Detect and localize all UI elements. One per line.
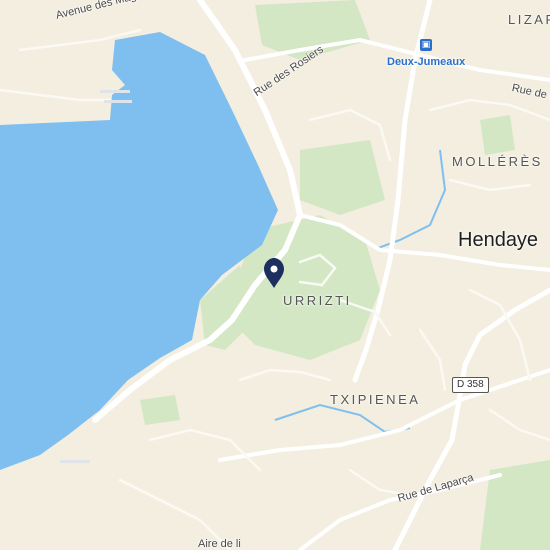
location-pin-dot (270, 265, 278, 273)
route-shield-d358: D 358 (452, 377, 489, 393)
city-label: Hendaye (458, 229, 539, 251)
east-park (480, 115, 515, 155)
district-lizar: LIZAR (508, 12, 550, 27)
district-txipienea: TXIPIENEA (330, 392, 421, 407)
train-station-icon[interactable]: ▣ (420, 39, 432, 51)
district-urrizti: URRIZTI (283, 293, 352, 308)
north-park (300, 140, 385, 215)
station-label[interactable]: Deux-Jumeaux (387, 56, 465, 68)
map-view[interactable]: Avenue des Magnolias Rue des Rosiers Rue… (0, 0, 550, 550)
street-bottom-partial: Aire de li (198, 538, 241, 550)
south-park (140, 395, 180, 425)
southeast-park (480, 460, 550, 550)
district-molleres: MOLLÉRÈS (452, 154, 543, 169)
